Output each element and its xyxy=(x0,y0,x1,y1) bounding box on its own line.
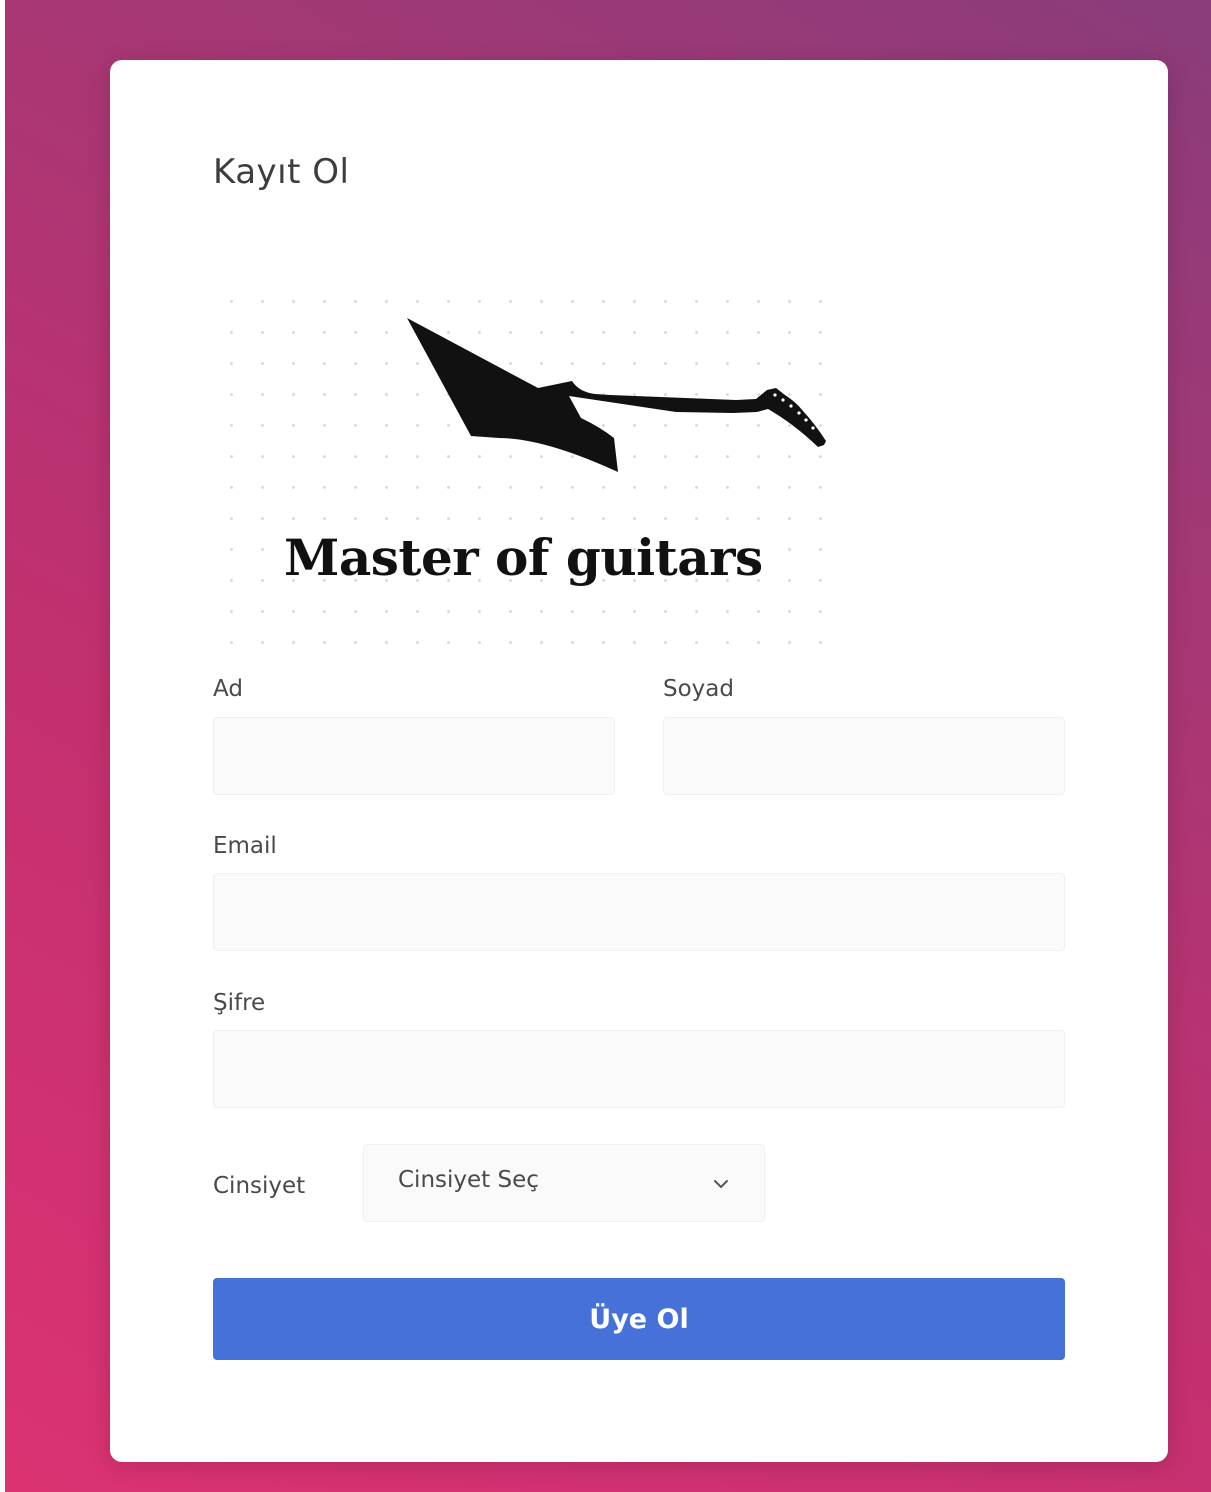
last-name-label: Soyad xyxy=(663,676,734,702)
register-button[interactable]: Üye Ol xyxy=(213,1278,1065,1360)
email-input[interactable] xyxy=(213,873,1065,951)
first-name-input[interactable] xyxy=(213,717,615,795)
gender-select[interactable]: Cinsiyet Seç xyxy=(363,1144,765,1222)
page-title: Kayıt Ol xyxy=(213,152,350,192)
chevron-down-icon xyxy=(712,1175,730,1194)
first-name-label: Ad xyxy=(213,676,243,702)
gender-label: Cinsiyet xyxy=(213,1173,306,1199)
password-input[interactable] xyxy=(213,1030,1065,1108)
brand-logo: Master of guitars xyxy=(210,278,844,672)
last-name-input[interactable] xyxy=(663,717,1065,795)
register-card: Kayıt Ol Master of guitars Ad Soyad Emai… xyxy=(110,60,1168,1462)
guitar-icon xyxy=(407,318,826,508)
brand-name: Master of guitars xyxy=(284,528,763,587)
email-label: Email xyxy=(213,833,277,859)
password-label: Şifre xyxy=(213,990,266,1016)
gender-select-value: Cinsiyet Seç xyxy=(398,1167,539,1193)
